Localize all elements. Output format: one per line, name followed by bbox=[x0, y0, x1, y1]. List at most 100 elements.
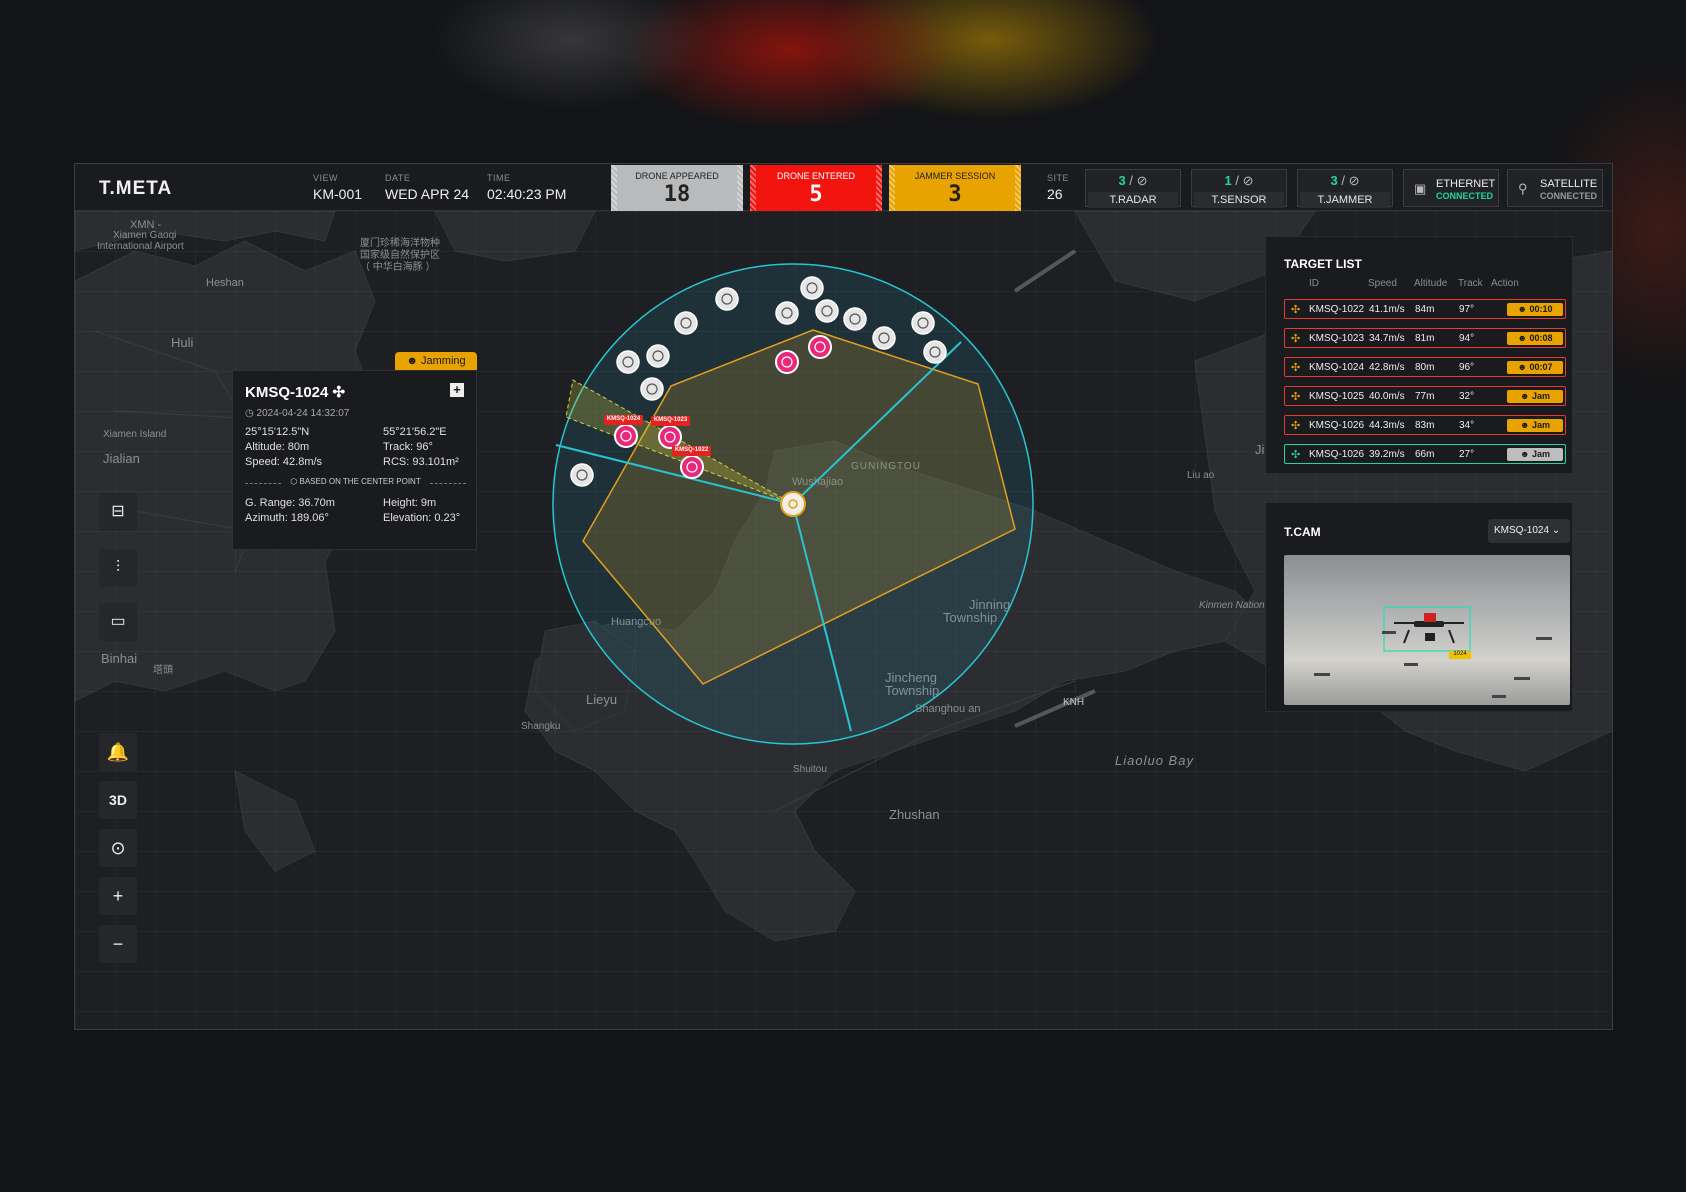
column-header: Action bbox=[1491, 278, 1519, 289]
sensor-status[interactable]: 1 / ⊘ T.SENSOR bbox=[1191, 169, 1287, 208]
jammer-sensor-status[interactable]: 3 / ⊘ T.JAMMER bbox=[1297, 169, 1393, 208]
column-header: ID bbox=[1309, 278, 1319, 289]
radar-device-icon: ⊟ bbox=[111, 503, 125, 520]
target-speed: 44.3m/s bbox=[1369, 420, 1405, 431]
target-altitude: 84m bbox=[1415, 304, 1435, 315]
target-row[interactable]: ✣ KMSQ-1022 41.1m/s 84m 97° ☻ 00:10 bbox=[1284, 299, 1566, 319]
drone-icon: ✣ bbox=[1291, 420, 1301, 432]
view-info: VIEW KM-001 bbox=[313, 173, 363, 202]
elevation: Elevation: 0.23° bbox=[383, 512, 461, 524]
target-id: KMSQ-1023 bbox=[1309, 333, 1365, 344]
alert-button[interactable]: 🔔 bbox=[99, 733, 137, 771]
target-info-panel: KMSQ-1024 ✣ + ◷ 2024-04-24 14:32:07 25°1… bbox=[232, 370, 477, 550]
compass-icon: ⊙ bbox=[110, 838, 126, 858]
target-row[interactable]: ✣ KMSQ-1024 42.8m/s 80m 96° ☻ 00:07 bbox=[1284, 357, 1566, 377]
target-altitude: 66m bbox=[1415, 449, 1435, 460]
jammer-session-stat[interactable]: JAMMER SESSION 3 bbox=[889, 165, 1021, 211]
target-speed: 39.2m/s bbox=[1369, 449, 1405, 460]
jammer-icon: ☻ bbox=[406, 355, 421, 367]
drone-entered-stat[interactable]: DRONE ENTERED 5 bbox=[750, 165, 882, 211]
jam-action-button[interactable]: ☻ 00:10 bbox=[1507, 303, 1563, 316]
target-altitude: 83m bbox=[1415, 420, 1435, 431]
ground-range: G. Range: 36.70m bbox=[245, 497, 335, 509]
target-row[interactable]: ✣ KMSQ-1026 44.3m/s 83m 34° ☻ Jam bbox=[1284, 415, 1566, 435]
tracking-box-label: 1024 bbox=[1453, 651, 1467, 657]
expand-button[interactable]: + bbox=[450, 383, 464, 397]
equalizer-tool[interactable]: ⫶ bbox=[99, 549, 137, 587]
jam-action-button[interactable]: ☻ 00:07 bbox=[1507, 361, 1563, 374]
target-speed: 42.8m/s bbox=[1369, 362, 1405, 373]
ethernet-status[interactable]: ▣ ETHERNET CONNECTED bbox=[1403, 169, 1499, 207]
azimuth: Azimuth: 189.06° bbox=[245, 512, 329, 524]
target-track: 96° bbox=[1459, 362, 1475, 373]
target-row[interactable]: ✣ KMSQ-1025 40.0m/s 77m 32° ☻ Jam bbox=[1284, 386, 1566, 406]
target-row[interactable]: ✣ KMSQ-1023 34.7m/s 81m 94° ☻ 00:08 bbox=[1284, 328, 1566, 348]
drone-icon: ✣ bbox=[1291, 333, 1301, 345]
bell-icon: 🔔 bbox=[106, 742, 130, 762]
3d-toggle-button[interactable]: 3D bbox=[99, 781, 137, 819]
drone-icon: ✣ bbox=[1291, 304, 1301, 316]
target-speed: 40.0m/s bbox=[1369, 391, 1405, 402]
time-info: TIME 02:40:23 PM bbox=[487, 173, 567, 202]
compass-button[interactable]: ⊙ bbox=[99, 829, 137, 867]
jam-action-button[interactable]: ☻ 00:08 bbox=[1507, 332, 1563, 345]
vehicle-icon: ▭ bbox=[110, 613, 126, 630]
drone-appeared-stat[interactable]: DRONE APPEARED 18 bbox=[611, 165, 743, 211]
column-header: Track bbox=[1458, 278, 1483, 289]
target-id: KMSQ-1024 bbox=[1309, 362, 1365, 373]
drone-icon: ✣ bbox=[1291, 362, 1301, 374]
rcs: RCS: 93.101m² bbox=[383, 456, 459, 468]
site-info: SITE 26 bbox=[1047, 173, 1070, 202]
radar-device-tool[interactable]: ⊟ bbox=[99, 493, 137, 531]
target-track: 34° bbox=[1459, 420, 1475, 431]
latitude: 25°15'12.5"N bbox=[245, 426, 310, 438]
chevron-down-icon: ⌄ bbox=[1551, 525, 1561, 536]
zoom-out-button[interactable]: − bbox=[99, 925, 137, 963]
target-id: KMSQ-1026 bbox=[1309, 449, 1365, 460]
vehicle-tool[interactable]: ▭ bbox=[99, 603, 137, 641]
target-timestamp: ◷ 2024-04-24 14:32:07 bbox=[245, 408, 350, 419]
radar-sensor-status[interactable]: 3 / ⊘ T.RADAR bbox=[1085, 169, 1181, 208]
target-track: 27° bbox=[1459, 449, 1475, 460]
drone-icon: ✣ bbox=[1291, 449, 1301, 461]
camera-feed: 1024 bbox=[1284, 555, 1570, 705]
drone-tag-label: KMSQ-1024 bbox=[606, 416, 641, 422]
jam-action-button[interactable]: ☻ Jam bbox=[1507, 448, 1563, 461]
hexagon-icon: ⬡ bbox=[290, 477, 300, 486]
drone-tag-label: KMSQ-1023 bbox=[653, 417, 688, 423]
longitude: 55°21'56.2"E bbox=[383, 426, 447, 438]
jam-action-button[interactable]: ☻ Jam bbox=[1507, 390, 1563, 403]
target-speed: 34.7m/s bbox=[1369, 333, 1405, 344]
tcam-title: T.CAM bbox=[1284, 525, 1321, 539]
track: Track: 96° bbox=[383, 441, 433, 453]
jamming-tab[interactable]: ☻ Jamming bbox=[395, 352, 477, 370]
target-id: KMSQ-1026 bbox=[1309, 420, 1365, 431]
equalizer-icon: ⫶ bbox=[115, 559, 120, 576]
app-logo: T.META bbox=[99, 178, 173, 199]
target-track: 97° bbox=[1459, 304, 1475, 315]
target-id: KMSQ-1022 bbox=[1309, 304, 1365, 315]
target-altitude: 77m bbox=[1415, 391, 1435, 402]
target-row[interactable]: ✣ KMSQ-1026 39.2m/s 66m 27° ☻ Jam bbox=[1284, 444, 1566, 464]
top-bar: T.META VIEW KM-001 DATE WED APR 24 TIME 02:… bbox=[75, 164, 1612, 211]
app-window: XMN - Xiamen Gaoqi International Airport… bbox=[74, 163, 1613, 1030]
target-altitude: 81m bbox=[1415, 333, 1435, 344]
target-altitude: 80m bbox=[1415, 362, 1435, 373]
target-list-panel: TARGET LIST ID Speed Altitude Track Acti… bbox=[1265, 236, 1573, 474]
speed: Speed: 42.8m/s bbox=[245, 456, 323, 468]
drone-icon: ✣ bbox=[1291, 391, 1301, 403]
target-track: 32° bbox=[1459, 391, 1475, 402]
satellite-status[interactable]: ⚲ SATELLITE CONNECTED bbox=[1507, 169, 1603, 207]
camera-target-select[interactable]: KMSQ-1024 ⌄ bbox=[1488, 519, 1570, 543]
satellite-icon: ⚲ bbox=[1518, 181, 1528, 196]
drone-icon: ✣ bbox=[332, 384, 346, 401]
drone-silhouette bbox=[1394, 613, 1464, 644]
date-info: DATE WED APR 24 bbox=[385, 173, 470, 202]
tcam-panel: T.CAM KMSQ-1024 ⌄ 1024 bbox=[1265, 502, 1573, 712]
drone-tag-label: KMSQ-1022 bbox=[674, 447, 709, 453]
history-icon: ◷ bbox=[245, 408, 257, 419]
jam-action-button[interactable]: ☻ Jam bbox=[1507, 419, 1563, 432]
target-track: 94° bbox=[1459, 333, 1475, 344]
target-info-title: KMSQ-1024 ✣ bbox=[245, 384, 346, 401]
zoom-in-button[interactable]: + bbox=[99, 877, 137, 915]
